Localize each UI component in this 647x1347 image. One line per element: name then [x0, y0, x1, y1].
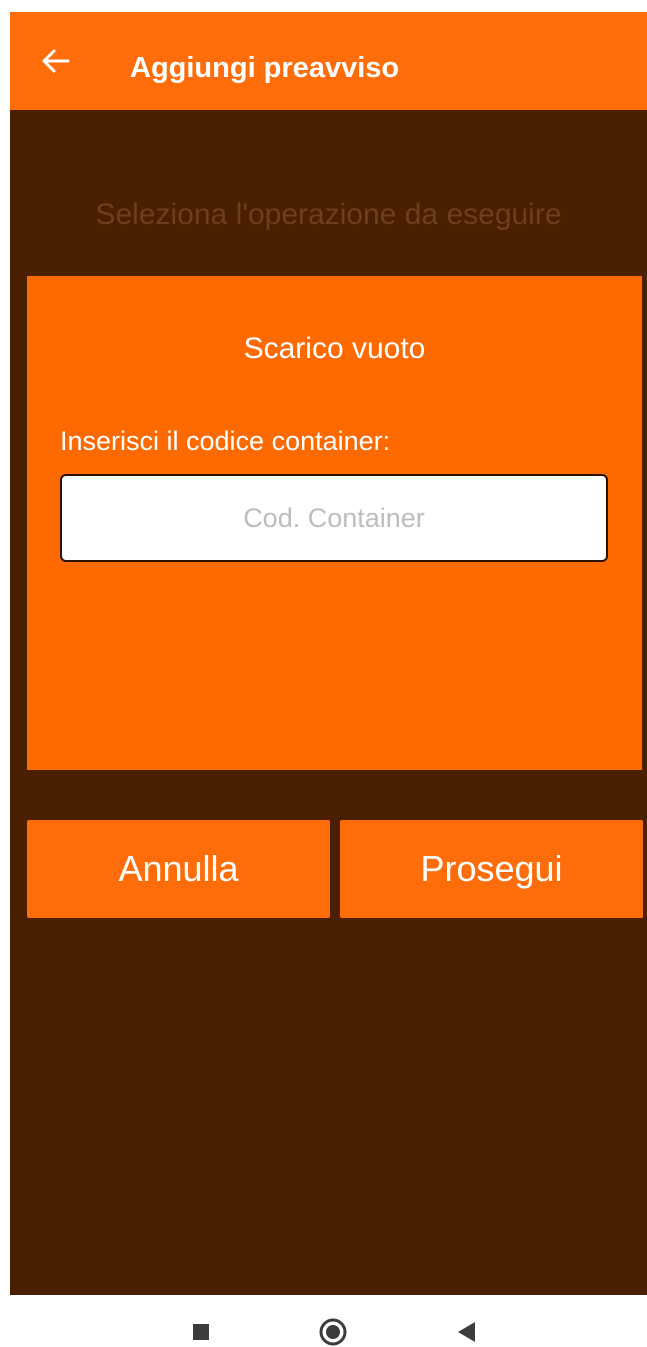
page-title: Aggiungi preavviso [130, 52, 400, 84]
operation-title: Scarico vuoto [243, 332, 426, 365]
circle-home-icon [319, 1318, 347, 1346]
container-code-input[interactable] [60, 474, 608, 562]
triangle-back-icon [458, 1322, 475, 1342]
square-recents-icon [193, 1324, 209, 1340]
home-button[interactable] [318, 1317, 348, 1347]
arrow-left-icon [42, 49, 70, 73]
recents-button[interactable] [186, 1317, 216, 1347]
system-nav-bar [0, 1295, 647, 1347]
app-bar: Aggiungi preavviso [10, 12, 647, 110]
operation-prompt: Seleziona l'operazione da eseguire [95, 198, 562, 231]
continue-button[interactable]: Prosegui [340, 820, 643, 918]
operation-card: Scarico vuoto Inserisci il codice contai… [27, 276, 642, 770]
cancel-button[interactable]: Annulla [27, 820, 330, 918]
system-back-button[interactable] [451, 1317, 481, 1347]
app-screen: Aggiungi preavviso Seleziona l'operazion… [10, 12, 647, 1295]
container-code-label: Inserisci il codice container: [60, 426, 391, 456]
back-button[interactable] [36, 42, 74, 80]
